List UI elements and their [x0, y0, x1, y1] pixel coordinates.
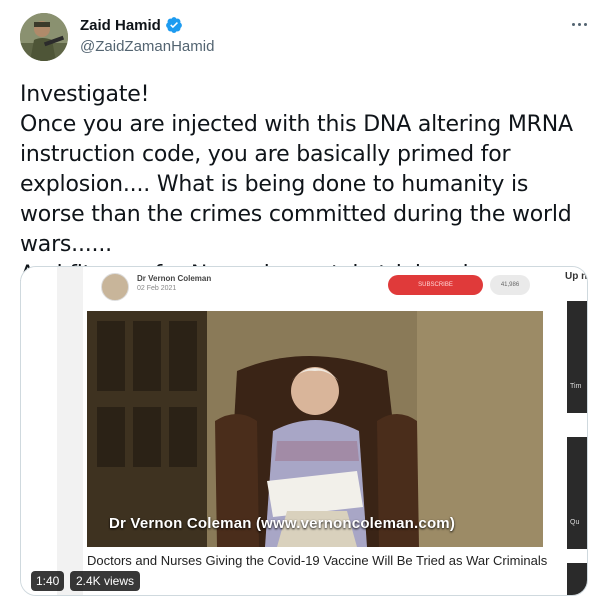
channel-name: Dr Vernon Coleman: [137, 274, 212, 283]
tweet-card: Zaid Hamid @ZaidZamanHamid Investigate! …: [0, 0, 607, 599]
up-next-column: Up n Tim Qu: [565, 267, 588, 595]
channel-date: 02 Feb 2021: [137, 285, 177, 292]
tweet-video[interactable]: Dr Vernon Coleman 02 Feb 2021 SUBSCRIBE …: [20, 266, 588, 596]
video-caption: Dr Vernon Coleman (www.vernoncoleman.com…: [109, 515, 456, 532]
video-duration: 1:40: [31, 571, 65, 591]
avatar-image: [20, 13, 68, 61]
video-still: [87, 311, 543, 547]
author-avatar[interactable]: [20, 13, 68, 61]
more-options-icon[interactable]: [565, 12, 593, 36]
screen-left-strip: [21, 267, 57, 595]
video-frame: Dr Vernon Coleman (www.vernoncoleman.com…: [87, 311, 543, 547]
author-name-row: Zaid Hamid: [80, 16, 183, 34]
author-handle[interactable]: @ZaidZamanHamid: [80, 38, 214, 55]
up-next-thumb: [567, 563, 587, 595]
video-page: Dr Vernon Coleman 02 Feb 2021 SUBSCRIBE …: [83, 267, 565, 595]
more-dot: [583, 22, 587, 26]
subscribe-button: SUBSCRIBE: [388, 275, 483, 295]
verified-badge-icon: [165, 17, 182, 33]
video-views: 2.4K views: [70, 571, 141, 591]
thumb-label: Qu: [570, 519, 580, 526]
video-title: Doctors and Nurses Giving the Covid-19 V…: [87, 553, 548, 568]
author-display-name[interactable]: Zaid Hamid: [80, 17, 161, 34]
subscriber-count: 41,986: [490, 275, 530, 295]
up-next-label: Up n: [565, 271, 588, 282]
more-dot: [571, 22, 575, 26]
up-next-thumb: Tim: [567, 301, 587, 413]
up-next-thumb: Qu: [567, 437, 587, 549]
more-dot: [577, 22, 581, 26]
thumb-label: Tim: [570, 383, 582, 390]
subscribe-label: SUBSCRIBE: [418, 282, 453, 288]
channel-avatar: [101, 273, 129, 301]
